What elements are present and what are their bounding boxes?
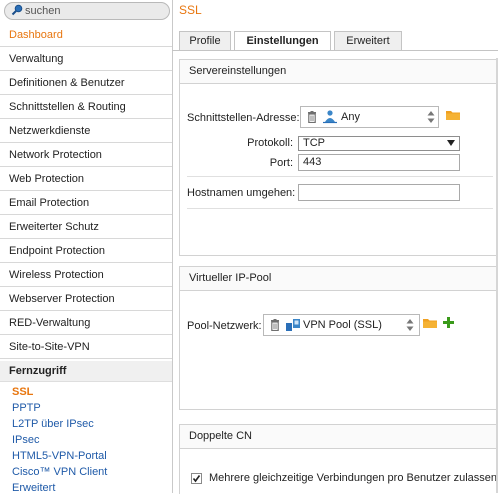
interface-value: Any	[341, 111, 360, 123]
add-icon[interactable]	[443, 317, 454, 328]
protocol-select[interactable]: TCP	[298, 136, 460, 151]
interface-spinner[interactable]	[426, 108, 436, 126]
sidebar-subitem-erweitert[interactable]: Erweitert	[12, 480, 55, 493]
interface-field[interactable]: Any	[300, 106, 439, 128]
sidebar-subitem-html5-vpn-portal[interactable]: HTML5-VPN-Portal	[12, 448, 107, 464]
panel-bottom-border	[180, 255, 498, 256]
sidebar-item-netzwerkdienste[interactable]: Netzwerkdienste	[0, 120, 172, 143]
pool-network-label: Pool-Netzwerk:	[187, 320, 262, 332]
separator	[187, 208, 493, 209]
hostname-label: Hostnamen umgehen:	[187, 187, 296, 199]
network-pool-icon	[286, 319, 300, 331]
panel-title: Servereinstellungen	[180, 60, 498, 84]
sidebar-subitem-cisco-vpn-client[interactable]: Cisco™ VPN Client	[12, 464, 107, 480]
pool-network-value: VPN Pool (SSL)	[303, 319, 382, 331]
sidebar-item-definitionen[interactable]: Definitionen & Benutzer	[0, 72, 172, 95]
panel-virtueller-ip-pool: Virtueller IP-Pool Pool-Netzwerk: VPN Po…	[179, 266, 498, 410]
port-label: Port:	[269, 157, 293, 169]
sidebar-item-schnittstellen[interactable]: Schnittstellen & Routing	[0, 96, 172, 119]
page-title: SSL	[179, 3, 202, 17]
tab-profile[interactable]: Profile	[179, 31, 231, 50]
protocol-value: TCP	[303, 137, 325, 149]
sidebar-section-fernzugriff[interactable]: Fernzugriff	[0, 361, 172, 382]
sidebar-subitem-ssl[interactable]: SSL	[12, 384, 33, 400]
panel-title: Doppelte CN	[180, 425, 498, 449]
separator	[187, 176, 493, 177]
folder-icon[interactable]	[423, 317, 437, 328]
sidebar-subitem-ipsec[interactable]: IPsec	[12, 432, 40, 448]
panel-title: Virtueller IP-Pool	[180, 267, 498, 291]
hostname-input[interactable]	[298, 184, 460, 201]
sidebar-item-web-protection[interactable]: Web Protection	[0, 168, 172, 191]
search-box[interactable]	[4, 2, 170, 20]
tab-erweitert[interactable]: Erweitert	[334, 31, 402, 50]
sidebar-subitem-pptp[interactable]: PPTP	[12, 400, 41, 416]
pool-network-field[interactable]: VPN Pool (SSL)	[263, 314, 420, 336]
folder-icon[interactable]	[446, 109, 460, 120]
chevron-down-icon	[447, 140, 455, 146]
interface-label: Schnittstellen-Adresse:	[187, 112, 300, 124]
search-icon	[11, 4, 23, 16]
tab-divider	[172, 50, 498, 51]
port-input[interactable]: 443	[298, 154, 460, 171]
sidebar-item-dashboard[interactable]: Dashboard	[0, 24, 172, 47]
sidebar-item-wireless-protection[interactable]: Wireless Protection	[0, 264, 172, 287]
panel-body: Mehrere gleichzeitige Verbindungen pro B…	[180, 449, 498, 494]
search-input[interactable]	[25, 3, 165, 19]
sidebar: Dashboard Verwaltung Definitionen & Benu…	[0, 0, 173, 493]
sidebar-item-email-protection[interactable]: Email Protection	[0, 192, 172, 215]
panel-doppelte-cn: Doppelte CN Mehrere gleichzeitige Verbin…	[179, 424, 498, 494]
multiple-connections-label[interactable]: Mehrere gleichzeitige Verbindungen pro B…	[209, 472, 497, 484]
sidebar-item-webserver-protection[interactable]: Webserver Protection	[0, 288, 172, 311]
trash-icon[interactable]	[270, 319, 280, 331]
sidebar-item-network-protection[interactable]: Network Protection	[0, 144, 172, 167]
sidebar-subitem-l2tp[interactable]: L2TP über IPsec	[12, 416, 94, 432]
sidebar-item-erweiterter-schutz[interactable]: Erweiterter Schutz	[0, 216, 172, 239]
multiple-connections-checkbox[interactable]	[191, 473, 202, 484]
panel-body: Schnittstellen-Adresse: Any Protokoll: T…	[180, 84, 498, 256]
panel-body: Pool-Netzwerk: VPN Pool (SSL)	[180, 291, 498, 410]
sidebar-item-verwaltung[interactable]: Verwaltung	[0, 48, 172, 71]
network-any-icon	[323, 110, 337, 124]
panel-bottom-border	[180, 409, 498, 410]
protocol-label: Protokoll:	[247, 137, 293, 149]
sidebar-item-red-verwaltung[interactable]: RED-Verwaltung	[0, 312, 172, 335]
checkmark-icon	[192, 475, 201, 483]
tab-einstellungen[interactable]: Einstellungen	[234, 31, 331, 51]
panel-servereinstellungen: Servereinstellungen Schnittstellen-Adres…	[179, 59, 498, 256]
trash-icon[interactable]	[307, 111, 317, 123]
sidebar-item-endpoint-protection[interactable]: Endpoint Protection	[0, 240, 172, 263]
pool-network-spinner[interactable]	[405, 316, 415, 334]
sidebar-item-site-to-site-vpn[interactable]: Site-to-Site-VPN	[0, 336, 172, 359]
